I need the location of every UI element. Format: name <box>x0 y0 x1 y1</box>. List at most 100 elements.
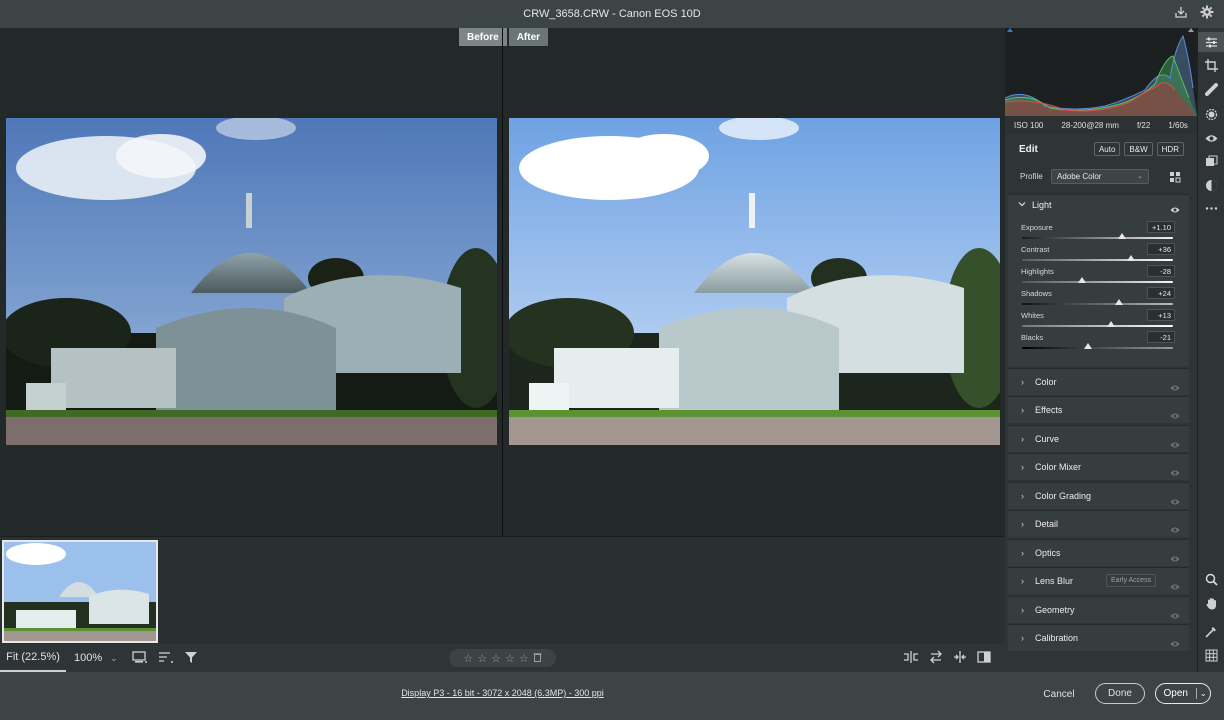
section-calibration[interactable]: › Calibration <box>1008 624 1189 651</box>
profile-select[interactable]: Adobe Color ⌄ <box>1051 168 1149 184</box>
eye-icon[interactable] <box>1170 379 1180 391</box>
section-color-mixer[interactable]: › Color Mixer <box>1008 453 1189 480</box>
tool-rail <box>1197 28 1224 672</box>
filter-icon[interactable] <box>184 650 198 667</box>
before-label[interactable]: Before <box>459 28 507 46</box>
contrast-slider[interactable]: Contrast +36 <box>1008 243 1189 266</box>
section-lens-blur[interactable]: › Lens Blur Early Access <box>1008 567 1189 594</box>
eye-icon[interactable] <box>1170 201 1180 213</box>
section-optics[interactable]: › Optics <box>1008 539 1189 566</box>
snapshots-icon[interactable] <box>1205 179 1218 192</box>
open-button[interactable]: Open ⌄ <box>1155 683 1211 704</box>
title-bar: CRW_3658.CRW - Canon EOS 10D <box>0 0 1224 28</box>
star-4[interactable]: ☆ <box>505 652 515 665</box>
done-button[interactable]: Done <box>1095 683 1145 704</box>
eye-icon[interactable] <box>1170 464 1180 476</box>
star-5[interactable]: ☆ <box>519 652 529 665</box>
swap-icon[interactable] <box>929 650 943 667</box>
section-color[interactable]: › Color <box>1008 368 1189 395</box>
hand-icon[interactable] <box>1205 597 1218 610</box>
save-icon[interactable] <box>1174 5 1188 19</box>
after-label[interactable]: After <box>508 28 549 46</box>
slider-value-input[interactable]: +24 <box>1147 287 1175 299</box>
slider-thumb[interactable] <box>1117 233 1126 239</box>
shadows-slider[interactable]: Shadows +24 <box>1008 287 1189 310</box>
chevron-down-icon: ⌄ <box>110 652 118 663</box>
compare-icon[interactable] <box>903 650 919 667</box>
shadow-clipping-icon[interactable] <box>1007 28 1013 32</box>
eye-icon[interactable] <box>1170 550 1180 562</box>
trash-icon[interactable] <box>533 652 542 665</box>
star-3[interactable]: ☆ <box>491 652 501 665</box>
grid-icon[interactable] <box>1205 649 1218 662</box>
crop-icon[interactable] <box>1205 59 1218 72</box>
slider-value-input[interactable]: +36 <box>1147 243 1175 255</box>
profile-browser-icon[interactable] <box>1170 170 1181 183</box>
star-rating[interactable]: ☆ ☆ ☆ ☆ ☆ <box>449 649 556 667</box>
red-eye-icon[interactable] <box>1205 132 1218 145</box>
blacks-slider[interactable]: Blacks -21 <box>1008 331 1189 354</box>
before-after-toggle[interactable]: Before After <box>459 28 549 46</box>
cancel-button[interactable]: Cancel <box>1040 684 1078 704</box>
slider-value-input[interactable]: +1.10 <box>1147 221 1175 233</box>
filmstrip-thumbnail[interactable] <box>2 540 158 643</box>
copy-settings-icon[interactable] <box>953 650 967 667</box>
zoom-fit-button[interactable]: Fit (22.5%) <box>0 644 66 672</box>
bw-button[interactable]: B&W <box>1124 142 1153 156</box>
slider-thumb[interactable] <box>1107 321 1116 327</box>
section-label: Detail <box>1035 519 1059 529</box>
more-icon[interactable] <box>1205 202 1218 215</box>
auto-button[interactable]: Auto <box>1093 142 1121 156</box>
viewer-toolbar: Fit (22.5%) 100% ⌄ ☆ ☆ ☆ ☆ ☆ <box>0 644 1005 672</box>
eye-icon[interactable] <box>1170 578 1180 590</box>
eye-icon[interactable] <box>1170 436 1180 448</box>
section-label: Color <box>1035 377 1057 387</box>
chevron-right-icon: › <box>1021 605 1024 615</box>
highlights-slider[interactable]: Highlights -28 <box>1008 265 1189 288</box>
zoom-level-value: 100% <box>74 652 103 664</box>
light-title: Light <box>1032 200 1052 210</box>
highlight-clipping-icon[interactable] <box>1188 28 1194 32</box>
zoom-icon[interactable] <box>1205 573 1218 586</box>
slider-value-input[interactable]: +13 <box>1147 309 1175 321</box>
eye-icon[interactable] <box>1170 407 1180 419</box>
eye-icon[interactable] <box>1170 493 1180 505</box>
section-detail[interactable]: › Detail <box>1008 510 1189 537</box>
chevron-down-icon[interactable]: ⌄ <box>1197 689 1210 698</box>
split-divider[interactable] <box>502 28 503 536</box>
chevron-right-icon: › <box>1021 462 1024 472</box>
star-2[interactable]: ☆ <box>477 652 487 665</box>
whites-slider[interactable]: Whites +13 <box>1008 309 1189 332</box>
slider-value-input[interactable]: -21 <box>1147 331 1175 343</box>
eye-icon[interactable] <box>1170 635 1180 647</box>
masking-icon[interactable] <box>1205 108 1218 121</box>
eye-icon[interactable] <box>1170 607 1180 619</box>
healing-icon[interactable] <box>1205 83 1218 96</box>
split-view-icon[interactable] <box>977 650 991 667</box>
workflow-options-link[interactable]: Display P3 - 16 bit - 3072 x 2048 (6.3MP… <box>0 688 1005 698</box>
gear-icon[interactable] <box>1200 5 1214 19</box>
profile-value: Adobe Color <box>1057 171 1102 181</box>
sampler-icon[interactable] <box>1205 625 1218 638</box>
slider-thumb[interactable] <box>1114 299 1123 305</box>
section-geometry[interactable]: › Geometry <box>1008 596 1189 623</box>
section-curve[interactable]: › Curve <box>1008 425 1189 452</box>
hdr-button[interactable]: HDR <box>1156 142 1184 156</box>
edit-icon[interactable] <box>1205 36 1218 49</box>
sort-icon[interactable] <box>158 650 174 667</box>
slider-thumb[interactable] <box>1084 343 1093 349</box>
eye-icon[interactable] <box>1170 521 1180 533</box>
light-section-header[interactable]: Light <box>1018 200 1052 210</box>
slider-thumb[interactable] <box>1078 277 1087 283</box>
star-1[interactable]: ☆ <box>463 652 473 665</box>
presets-icon[interactable] <box>1205 155 1218 168</box>
zoom-level-select[interactable]: 100% ⌄ <box>66 644 120 672</box>
exposure-slider[interactable]: Exposure +1.10 <box>1008 221 1189 244</box>
open-button-label[interactable]: Open <box>1156 688 1197 699</box>
filmstrip-view-icon[interactable] <box>132 650 148 667</box>
section-effects[interactable]: › Effects <box>1008 396 1189 423</box>
camera-info: ISO 100 28-200@28 mm f/22 1/60s <box>1005 116 1197 134</box>
slider-value-input[interactable]: -28 <box>1147 265 1175 277</box>
slider-thumb[interactable] <box>1126 255 1135 261</box>
section-color-grading[interactable]: › Color Grading <box>1008 482 1189 509</box>
